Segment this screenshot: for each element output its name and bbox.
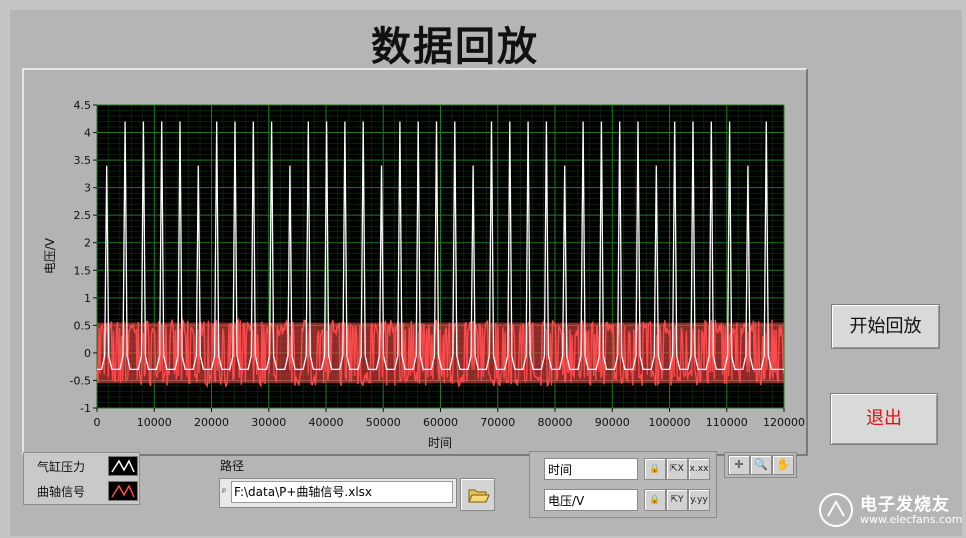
y-axis-ticks: 4.5 4 3.5 3 2.5 2 1.5 1 0.5 0 -0.5 -1 [70,99,97,415]
x-tick-label: 50000 [366,416,401,429]
y-tick-label: 1 [84,292,91,305]
autoscale-x-button[interactable]: ⇱X [666,458,688,480]
x-tick-label: 30000 [251,416,286,429]
zoom-icon[interactable]: 🔍 [750,455,772,475]
legend-item: 气缸压力 [24,454,139,478]
path-label: 路径 [220,459,245,473]
legend-label: 曲轴信号 [37,485,86,499]
x-tick-label: 40000 [309,416,344,429]
legend-label: 气缸压力 [37,460,86,474]
x-tick-label: 70000 [480,416,515,429]
y-tick-label: 3.5 [74,154,92,167]
path-input[interactable] [231,481,453,503]
browse-folder-button[interactable] [460,478,495,511]
watermark: 电子发烧友 www.elecfans.com [818,488,962,532]
x-tick-label: 0 [94,416,101,429]
graph-svg: 4.5 4 3.5 3 2.5 2 1.5 1 0.5 0 -0.5 -1 0 10000 20000 30… [43,99,805,450]
path-control: ᵖ [219,478,457,508]
exit-button[interactable]: 退出 [830,393,938,445]
lock-icon[interactable]: 🔒 [644,458,666,480]
y-tick-label: -0.5 [70,374,91,387]
x-axis-label: 时间 [428,436,452,450]
y-axis-label: 电压/V [43,237,57,274]
line-swatch-icon[interactable] [108,456,138,476]
y-tick-label: 0 [84,347,91,360]
x-tick-label: 110000 [706,416,748,429]
x-tick-label: 90000 [595,416,630,429]
watermark-logo-icon [819,493,853,527]
path-type-icon: ᵖ [222,487,227,498]
y-tick-label: 4 [84,127,91,140]
plot-legend: 气缸压力 曲轴信号 [23,452,140,505]
x-tick-label: 100000 [649,416,691,429]
x-tick-label: 60000 [423,416,458,429]
pan-hand-icon[interactable]: ✋ [772,455,794,475]
x-tick-label: 120000 [763,416,805,429]
y-tick-label: 3 [84,182,91,195]
start-replay-button[interactable]: 开始回放 [831,304,940,349]
legend-item: 曲轴信号 [24,479,139,503]
autoscale-y-button[interactable]: ⇱Y [666,489,688,511]
scale-legend: 时间 🔒 ⇱X x.xx 电压/V 🔒 ⇱Y y.yy [529,451,717,518]
y-tick-label: 4.5 [74,99,92,112]
x-tick-label: 20000 [194,416,229,429]
y-tick-label: 2.5 [74,209,92,222]
folder-icon [468,489,490,503]
x-tick-label: 10000 [137,416,172,429]
y-scale-name[interactable]: 电压/V [544,489,638,511]
watermark-url: www.elecfans.com [860,513,963,526]
x-axis-ticks: 0 10000 20000 30000 40000 50000 60000 70000 8000… [94,408,805,429]
x-scale-name[interactable]: 时间 [544,458,638,480]
x-format-button[interactable]: x.xx [688,458,710,480]
page-title: 数据回放 [371,24,539,70]
y-tick-label: -1 [80,402,91,415]
y-tick-label: 1.5 [74,264,92,277]
watermark-text: 电子发烧友 [860,495,950,515]
lock-icon[interactable]: 🔒 [644,489,666,511]
line-swatch-icon[interactable] [108,481,138,501]
y-format-button[interactable]: y.yy [688,489,710,511]
waveform-graph: 4.5 4 3.5 3 2.5 2 1.5 1 0.5 0 -0.5 -1 0 10000 20000 30… [22,68,808,456]
cursor-crosshair-icon[interactable]: ✛ [728,455,750,475]
graph-palette: ✛ 🔍 ✋ [724,452,797,478]
x-tick-label: 80000 [538,416,573,429]
y-tick-label: 0.5 [74,319,92,332]
y-tick-label: 2 [84,237,91,250]
